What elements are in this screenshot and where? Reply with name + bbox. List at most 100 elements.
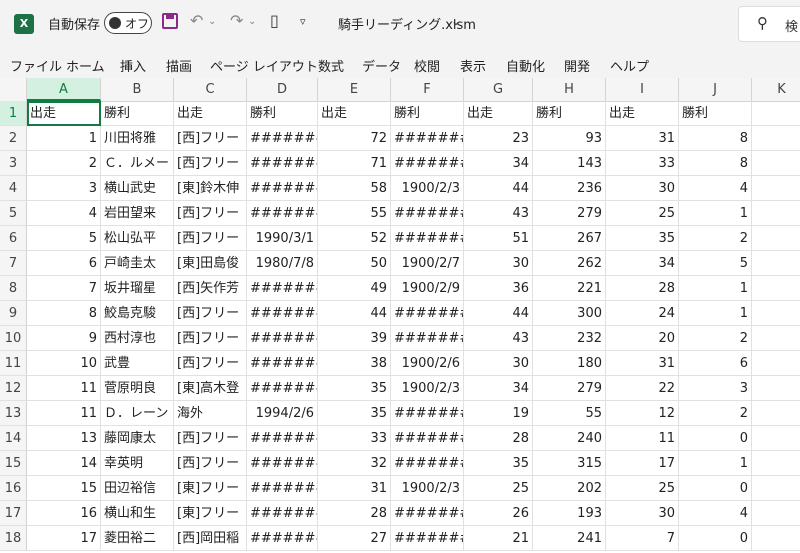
cell-a7[interactable]: 6 — [27, 251, 101, 276]
cell-c12[interactable]: [東]高木登 — [174, 376, 247, 401]
cell-a16[interactable]: 15 — [27, 476, 101, 501]
ribbon-tab-11[interactable]: ヘルプ — [610, 56, 649, 75]
row-header[interactable]: 12 — [0, 376, 27, 401]
cell-g7[interactable]: 30 — [464, 251, 533, 276]
cell-c10[interactable]: [西]フリー — [174, 326, 247, 351]
cell-b1[interactable]: 勝利 — [101, 101, 174, 126]
cell-e11[interactable]: 38 — [318, 351, 391, 376]
ribbon-tab-9[interactable]: 自動化 — [506, 56, 545, 75]
cell-i3[interactable]: 33 — [606, 151, 679, 176]
row-header[interactable]: 2 — [0, 126, 27, 151]
cell-j3[interactable]: 8 — [679, 151, 752, 176]
cell-g4[interactable]: 44 — [464, 176, 533, 201]
cell-d3[interactable]: ####### — [247, 151, 318, 176]
cell-e14[interactable]: 33 — [318, 426, 391, 451]
cell-b8[interactable]: 坂井瑠星 — [101, 276, 174, 301]
cell-k17[interactable] — [752, 501, 800, 526]
cell-g9[interactable]: 44 — [464, 301, 533, 326]
row-header[interactable]: 17 — [0, 501, 27, 526]
row-header[interactable]: 9 — [0, 301, 27, 326]
cell-f12[interactable]: 1900/2/3 — [391, 376, 464, 401]
cell-a18[interactable]: 17 — [27, 526, 101, 551]
cell-f8[interactable]: 1900/2/9 — [391, 276, 464, 301]
cell-a5[interactable]: 4 — [27, 201, 101, 226]
cell-h1[interactable]: 勝利 — [533, 101, 606, 126]
cell-d12[interactable]: ####### — [247, 376, 318, 401]
cell-c15[interactable]: [西]フリー — [174, 451, 247, 476]
cell-k2[interactable] — [752, 126, 800, 151]
column-header-h[interactable]: H — [533, 78, 606, 101]
cell-h5[interactable]: 279 — [533, 201, 606, 226]
cell-g8[interactable]: 36 — [464, 276, 533, 301]
cell-b9[interactable]: 鮫島克駿 — [101, 301, 174, 326]
cell-d13[interactable]: 1994/2/6 — [247, 401, 318, 426]
cell-d17[interactable]: ####### — [247, 501, 318, 526]
select-all-corner[interactable] — [0, 78, 27, 101]
column-header-b[interactable]: B — [101, 78, 174, 101]
cell-e1[interactable]: 出走 — [318, 101, 391, 126]
cell-b4[interactable]: 横山武史 — [101, 176, 174, 201]
column-header-a[interactable]: A — [27, 78, 101, 101]
cell-g6[interactable]: 51 — [464, 226, 533, 251]
chevron-down-icon[interactable]: ⌄ — [451, 14, 461, 28]
cell-d11[interactable]: ####### — [247, 351, 318, 376]
cell-k9[interactable] — [752, 301, 800, 326]
ribbon-tab-2[interactable]: 挿入 — [120, 56, 146, 75]
cell-b2[interactable]: 川田将雅 — [101, 126, 174, 151]
cell-e10[interactable]: 39 — [318, 326, 391, 351]
cell-c5[interactable]: [西]フリー — [174, 201, 247, 226]
row-header[interactable]: 1 — [0, 101, 27, 126]
cell-d15[interactable]: ####### — [247, 451, 318, 476]
cell-i15[interactable]: 17 — [606, 451, 679, 476]
cell-f4[interactable]: 1900/2/3 — [391, 176, 464, 201]
cell-d8[interactable]: ####### — [247, 276, 318, 301]
cell-a11[interactable]: 10 — [27, 351, 101, 376]
cell-i1[interactable]: 出走 — [606, 101, 679, 126]
column-header-e[interactable]: E — [318, 78, 391, 101]
cell-j13[interactable]: 2 — [679, 401, 752, 426]
cell-h3[interactable]: 143 — [533, 151, 606, 176]
cell-c17[interactable]: [東]フリー — [174, 501, 247, 526]
cell-e6[interactable]: 52 — [318, 226, 391, 251]
cell-e16[interactable]: 31 — [318, 476, 391, 501]
ribbon-tab-4[interactable]: ページ レイアウト — [210, 56, 318, 75]
cell-b10[interactable]: 西村淳也 — [101, 326, 174, 351]
customize-toolbar-icon[interactable]: ▿ — [300, 15, 306, 28]
cell-i8[interactable]: 28 — [606, 276, 679, 301]
cell-f9[interactable]: ####### — [391, 301, 464, 326]
ribbon-tab-5[interactable]: 数式 — [318, 56, 344, 75]
cell-j17[interactable]: 4 — [679, 501, 752, 526]
cell-d14[interactable]: ####### — [247, 426, 318, 451]
cell-k16[interactable] — [752, 476, 800, 501]
cell-d2[interactable]: ####### — [247, 126, 318, 151]
cell-a8[interactable]: 7 — [27, 276, 101, 301]
cell-a15[interactable]: 14 — [27, 451, 101, 476]
cell-c7[interactable]: [東]田島俊 — [174, 251, 247, 276]
cell-h2[interactable]: 93 — [533, 126, 606, 151]
cell-i5[interactable]: 25 — [606, 201, 679, 226]
cell-h4[interactable]: 236 — [533, 176, 606, 201]
row-header[interactable]: 10 — [0, 326, 27, 351]
undo-icon[interactable]: ↶ — [190, 11, 203, 30]
cell-d10[interactable]: ####### — [247, 326, 318, 351]
undo-dropdown-icon[interactable]: ⌄ — [208, 16, 216, 27]
cell-k15[interactable] — [752, 451, 800, 476]
cell-f6[interactable]: ####### — [391, 226, 464, 251]
cell-c13[interactable]: 海外 — [174, 401, 247, 426]
row-header[interactable]: 3 — [0, 151, 27, 176]
column-header-i[interactable]: I — [606, 78, 679, 101]
cell-h10[interactable]: 232 — [533, 326, 606, 351]
cell-g2[interactable]: 23 — [464, 126, 533, 151]
row-header[interactable]: 7 — [0, 251, 27, 276]
cell-i10[interactable]: 20 — [606, 326, 679, 351]
cell-h9[interactable]: 300 — [533, 301, 606, 326]
cell-a13[interactable]: 11 — [27, 401, 101, 426]
cell-j2[interactable]: 8 — [679, 126, 752, 151]
cell-j9[interactable]: 1 — [679, 301, 752, 326]
cell-d7[interactable]: 1980/7/8 — [247, 251, 318, 276]
column-header-f[interactable]: F — [391, 78, 464, 101]
cell-g5[interactable]: 43 — [464, 201, 533, 226]
cell-g12[interactable]: 34 — [464, 376, 533, 401]
cell-b11[interactable]: 武豊 — [101, 351, 174, 376]
cell-b5[interactable]: 岩田望来 — [101, 201, 174, 226]
